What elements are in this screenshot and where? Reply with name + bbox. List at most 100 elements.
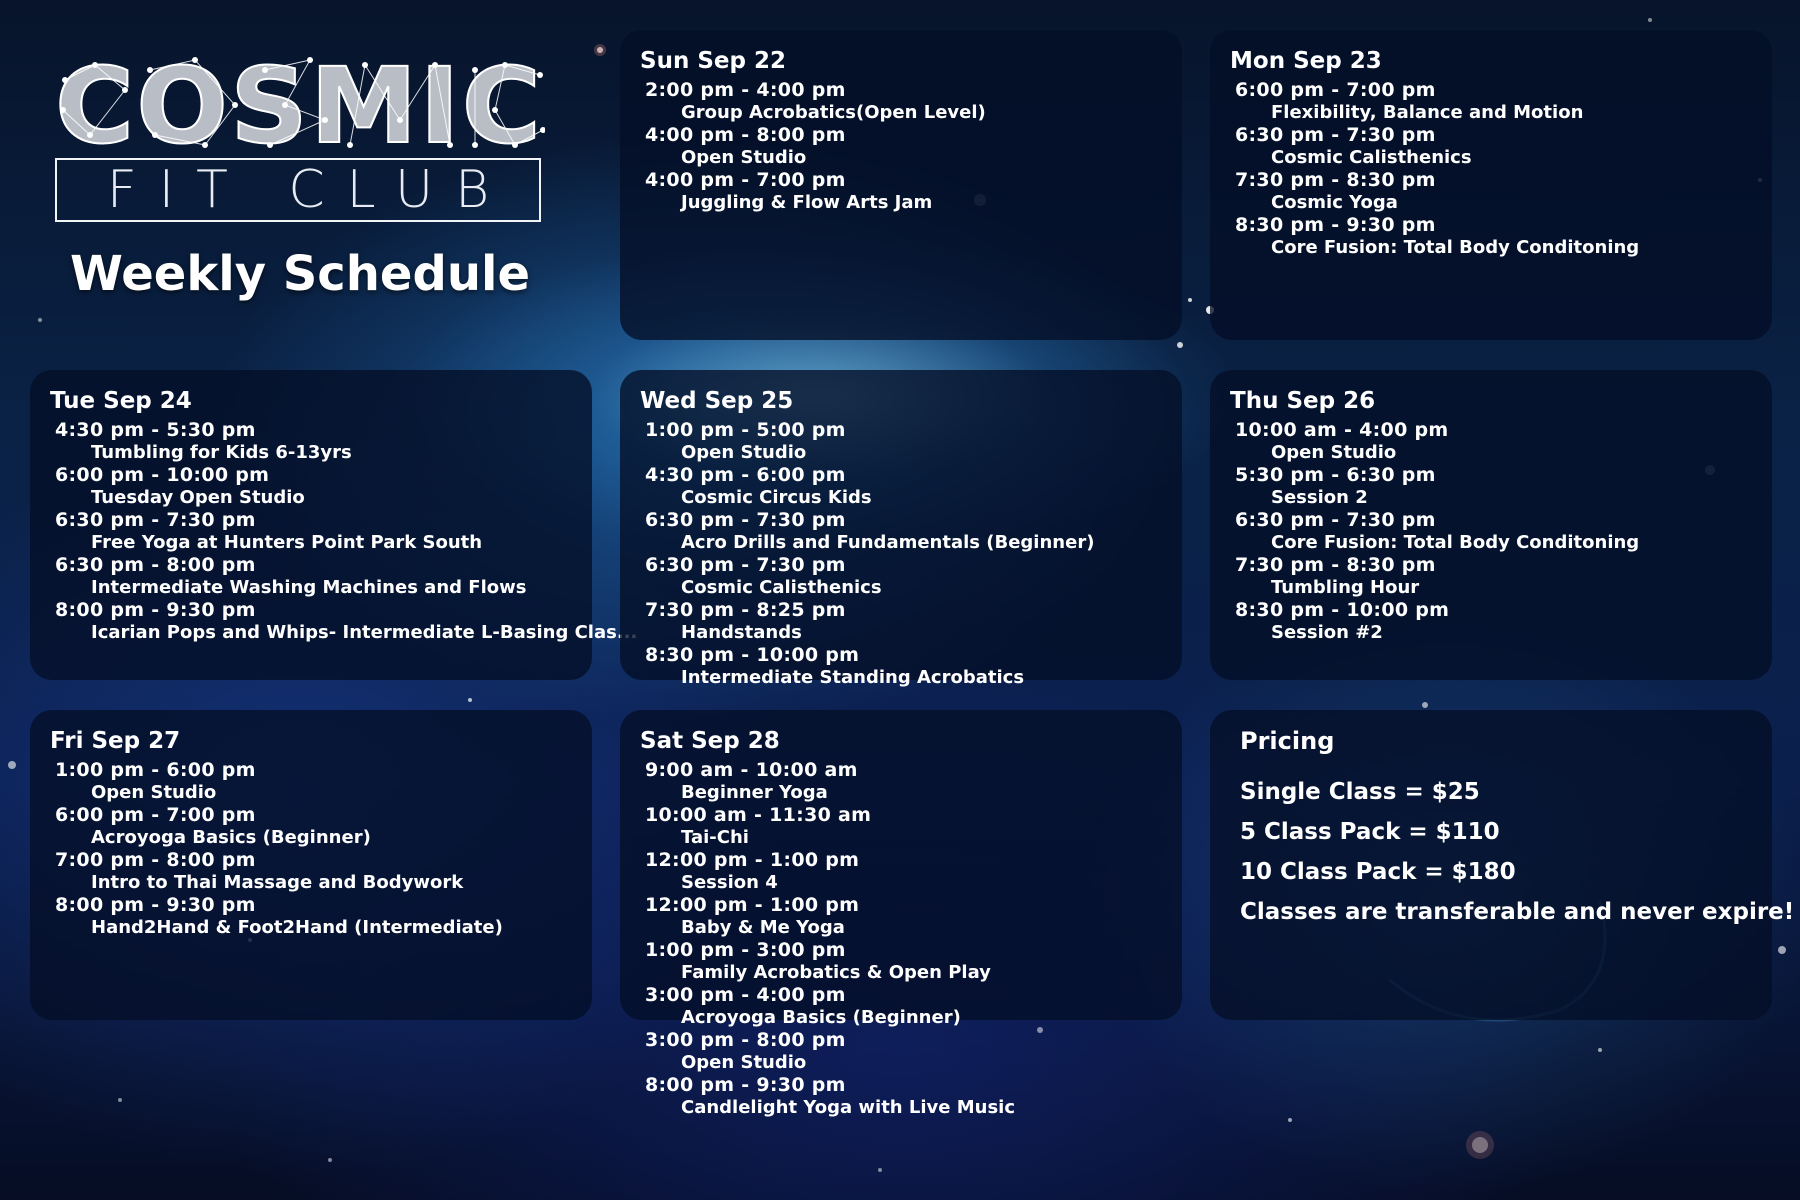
day-title: Thu Sep 26	[1230, 388, 1376, 414]
session-name: Intro to Thai Massage and Bodywork	[91, 872, 464, 893]
session-item: 6:30 pm - 8:00 pm Intermediate Washing M…	[55, 555, 572, 600]
session-item: 7:30 pm - 8:30 pm Cosmic Yoga	[1235, 170, 1752, 215]
session-time: 8:30 pm - 10:00 pm	[645, 644, 860, 666]
session-item: 10:00 am - 4:00 pm Open Studio	[1235, 420, 1752, 465]
session-name: Open Studio	[1271, 442, 1397, 463]
session-item: 6:30 pm - 7:30 pm Free Yoga at Hunters P…	[55, 510, 572, 555]
session-item: 6:30 pm - 7:30 pm Acro Drills and Fundam…	[645, 510, 1162, 555]
session-time: 6:00 pm - 10:00 pm	[55, 464, 270, 486]
session-item: 8:00 pm - 9:30 pm Candlelight Yoga with …	[645, 1075, 1162, 1120]
session-time: 1:00 pm - 6:00 pm	[55, 759, 256, 781]
session-item: 8:30 pm - 10:00 pm Session #2	[1235, 600, 1752, 645]
session-name: Tai-Chi	[681, 827, 749, 848]
session-item: 5:30 pm - 6:30 pm Session 2	[1235, 465, 1752, 510]
session-item: 8:00 pm - 9:30 pm Icarian Pops and Whips…	[55, 599, 638, 645]
day-panel-wed: Wed Sep 25 1:00 pm - 5:00 pm Open Studio…	[620, 370, 1182, 688]
session-name: Beginner Yoga	[681, 782, 828, 803]
session-time: 5:30 pm - 6:30 pm	[1235, 464, 1436, 486]
session-name: Open Studio	[681, 442, 807, 463]
logo-subtitle-box: FIT CLUB	[55, 158, 541, 222]
session-time: 12:00 pm - 1:00 pm	[645, 894, 860, 916]
session-name: Intermediate Standing Acrobatics	[681, 667, 1025, 688]
session-item: 1:00 pm - 6:00 pm Open Studio	[55, 760, 572, 805]
session-item: 4:30 pm - 5:30 pm Tumbling for Kids 6-13…	[55, 420, 572, 465]
session-item: 3:00 pm - 4:00 pm Acroyoga Basics (Begin…	[645, 985, 1162, 1030]
session-time: 4:30 pm - 5:30 pm	[55, 419, 256, 441]
session-time: 6:00 pm - 7:00 pm	[55, 804, 256, 826]
session-item: 4:00 pm - 8:00 pm Open Studio	[645, 125, 1162, 170]
session-name: Flexibility, Balance and Motion	[1271, 102, 1584, 123]
session-time: 6:30 pm - 8:00 pm	[55, 554, 256, 576]
day-title: Tue Sep 24	[50, 388, 192, 414]
session-time: 7:00 pm - 8:00 pm	[55, 849, 256, 871]
session-time: 8:00 pm - 9:30 pm	[55, 599, 256, 621]
session-item: 12:00 pm - 1:00 pm Session 4	[645, 850, 1162, 895]
session-time: 1:00 pm - 3:00 pm	[645, 939, 846, 961]
session-name: Open Studio	[681, 1052, 807, 1073]
session-name: Acroyoga Basics (Beginner)	[91, 827, 371, 848]
session-time: 8:30 pm - 9:30 pm	[1235, 214, 1436, 236]
pricing-panel: Pricing Single Class = $25 5 Class Pack …	[1210, 710, 1795, 1020]
price-single-class: Single Class = $25	[1240, 779, 1480, 805]
session-item: 12:00 pm - 1:00 pm Baby & Me Yoga	[645, 895, 1162, 940]
session-name: Icarian Pops and Whips- Intermediate L-B…	[91, 622, 638, 643]
price-5-class-pack: 5 Class Pack = $110	[1240, 819, 1500, 845]
day-panel-fri: Fri Sep 27 1:00 pm - 6:00 pm Open Studio…	[30, 710, 592, 1020]
session-item: 2:00 pm - 4:00 pm Group Acrobatics(Open …	[645, 80, 1162, 125]
session-name: Session 4	[681, 872, 778, 893]
session-time: 6:30 pm - 7:30 pm	[55, 509, 256, 531]
session-name: Session #2	[1271, 622, 1383, 643]
day-title: Mon Sep 23	[1230, 48, 1382, 74]
day-panel-tue: Tue Sep 24 4:30 pm - 5:30 pm Tumbling fo…	[30, 370, 638, 680]
session-time: 2:00 pm - 4:00 pm	[645, 79, 846, 101]
session-name: Core Fusion: Total Body Conditoning	[1271, 237, 1640, 258]
day-title: Sat Sep 28	[640, 728, 780, 754]
session-time: 10:00 am - 4:00 pm	[1235, 419, 1449, 441]
session-item: 6:30 pm - 7:30 pm Cosmic Calisthenics	[1235, 125, 1752, 170]
session-time: 7:30 pm - 8:30 pm	[1235, 169, 1436, 191]
day-panel-sun: Sun Sep 22 2:00 pm - 4:00 pm Group Acrob…	[620, 30, 1182, 340]
price-10-class-pack: 10 Class Pack = $180	[1240, 859, 1516, 885]
session-name: Handstands	[681, 622, 802, 643]
session-name: Tuesday Open Studio	[91, 487, 305, 508]
pricing-note: Classes are transferable and never expir…	[1240, 899, 1795, 925]
session-name: Cosmic Calisthenics	[1271, 147, 1472, 168]
session-name: Hand2Hand & Foot2Hand (Intermediate)	[91, 917, 503, 938]
day-panel-sat: Sat Sep 28 9:00 am - 10:00 am Beginner Y…	[620, 710, 1182, 1118]
session-item: 8:30 pm - 10:00 pm Intermediate Standing…	[645, 645, 1162, 690]
session-time: 3:00 pm - 8:00 pm	[645, 1029, 846, 1051]
session-item: 4:30 pm - 6:00 pm Cosmic Circus Kids	[645, 465, 1162, 510]
day-panel-mon: Mon Sep 23 6:00 pm - 7:00 pm Flexibility…	[1210, 30, 1772, 340]
logo: COSMIC FIT CLUB Weekly Schedule	[55, 50, 545, 302]
session-time: 8:30 pm - 10:00 pm	[1235, 599, 1450, 621]
session-time: 4:00 pm - 8:00 pm	[645, 124, 846, 146]
session-time: 6:30 pm - 7:30 pm	[1235, 509, 1436, 531]
page-title: Weekly Schedule	[69, 246, 530, 302]
session-item: 7:00 pm - 8:00 pm Intro to Thai Massage …	[55, 850, 572, 895]
logo-subtitle: FIT CLUB	[106, 160, 512, 220]
session-item: 6:00 pm - 10:00 pm Tuesday Open Studio	[55, 465, 572, 510]
pricing-title: Pricing	[1240, 727, 1335, 755]
session-time: 7:30 pm - 8:30 pm	[1235, 554, 1436, 576]
session-name: Core Fusion: Total Body Conditoning	[1271, 532, 1640, 553]
session-item: 6:00 pm - 7:00 pm Acroyoga Basics (Begin…	[55, 805, 572, 850]
session-time: 6:30 pm - 7:30 pm	[1235, 124, 1436, 146]
session-time: 4:00 pm - 7:00 pm	[645, 169, 846, 191]
session-time: 3:00 pm - 4:00 pm	[645, 984, 846, 1006]
session-name: Intermediate Washing Machines and Flows	[91, 577, 527, 598]
session-item: 6:30 pm - 7:30 pm Cosmic Calisthenics	[645, 555, 1162, 600]
session-item: 1:00 pm - 5:00 pm Open Studio	[645, 420, 1162, 465]
session-time: 10:00 am - 11:30 am	[645, 804, 872, 826]
session-name: Tumbling Hour	[1271, 577, 1420, 598]
logo-word: COSMIC	[55, 50, 543, 160]
session-item: 7:30 pm - 8:25 pm Handstands	[645, 600, 1162, 645]
session-name: Group Acrobatics(Open Level)	[681, 102, 986, 123]
session-item: 8:00 pm - 9:30 pm Hand2Hand & Foot2Hand …	[55, 895, 572, 940]
session-item: 7:30 pm - 8:30 pm Tumbling Hour	[1235, 555, 1752, 600]
session-item: 4:00 pm - 7:00 pm Juggling & Flow Arts J…	[645, 170, 1162, 215]
session-item: 8:30 pm - 9:30 pm Core Fusion: Total Bod…	[1235, 215, 1752, 260]
session-item: 3:00 pm - 8:00 pm Open Studio	[645, 1030, 1162, 1075]
day-title: Wed Sep 25	[640, 388, 794, 414]
session-time: 8:00 pm - 9:30 pm	[645, 1074, 846, 1096]
session-item: 6:30 pm - 7:30 pm Core Fusion: Total Bod…	[1235, 510, 1752, 555]
